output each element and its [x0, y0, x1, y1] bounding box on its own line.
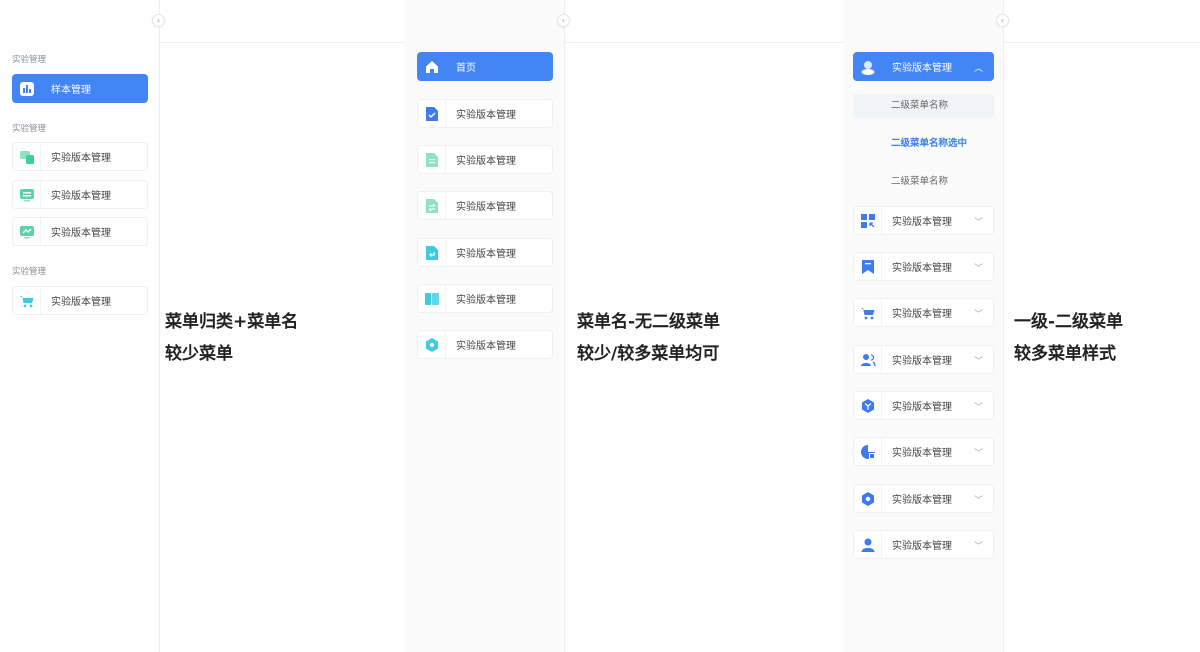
caption-line: 一级-二级菜单: [1014, 312, 1124, 332]
menu-item-label: 实验版本管理: [456, 202, 516, 213]
caption-line: 较少/较多菜单均可: [577, 344, 720, 364]
menu-item-label: 实验版本管理: [51, 228, 111, 239]
menu-item-label: 实验版本管理: [51, 191, 111, 202]
menu-item[interactable]: 实验版本管理: [12, 180, 148, 209]
menu-item[interactable]: 实验版本管理 ﹀: [853, 252, 994, 281]
bar-chart-icon: [13, 75, 41, 102]
sub-menu-item[interactable]: 二级菜单名称: [853, 94, 994, 118]
cloud-user-icon: [854, 53, 882, 80]
hexagon-icon: [854, 485, 882, 512]
book-icon: [418, 285, 446, 312]
message-icon: [13, 181, 41, 208]
menu-item-label: 实验版本管理: [456, 249, 516, 260]
caption-line: 菜单名-无二级菜单: [577, 312, 721, 332]
menu-item[interactable]: 实验版本管理: [12, 142, 148, 171]
chevron-down-icon: ﹀: [973, 310, 983, 320]
menu-item-label: 样本管理: [51, 85, 91, 96]
doc-return-icon: [418, 239, 446, 266]
sidebar-flat: [405, 0, 564, 652]
group-label: 实验管理: [12, 55, 47, 65]
chevron-up-icon: ︿: [973, 64, 983, 74]
caption-3: 一级-二级菜单 较多菜单样式: [1014, 306, 1123, 370]
bookmark-icon: [854, 253, 882, 280]
caption-2: 菜单名-无二级菜单 较少/较多菜单均可: [577, 306, 720, 370]
devices-icon: [13, 143, 41, 170]
cart-icon: [854, 299, 882, 326]
caption-1: 菜单归类+菜单名 较少菜单: [165, 306, 298, 370]
caption-line: 较多菜单样式: [1014, 344, 1116, 364]
cube-icon: [854, 392, 882, 419]
menu-item[interactable]: 实验版本管理: [12, 286, 148, 315]
doc-lines-icon: [418, 146, 446, 173]
menu-item[interactable]: 实验版本管理 ﹀: [853, 437, 994, 466]
menu-item-label: 实验版本管理: [892, 402, 952, 413]
user-icon: [854, 531, 882, 558]
menu-item-label: 实验版本管理: [456, 156, 516, 167]
chevron-down-icon: ﹀: [973, 496, 983, 506]
collapse-sidebar-2-button[interactable]: ‹: [557, 14, 570, 27]
menu-item[interactable]: 实验版本管理 ﹀: [853, 484, 994, 513]
menu-item[interactable]: 实验版本管理 ﹀: [853, 391, 994, 420]
collapse-sidebar-3-button[interactable]: ‹: [996, 14, 1009, 27]
sidebar-grouped: 实验管理 样本管理 实验管理 实验版本管理 实验版本管理 实验版本管理 实验管理…: [0, 0, 159, 652]
menu-item[interactable]: 实验版本管理 ﹀: [853, 530, 994, 559]
group-label: 实验管理: [12, 124, 47, 134]
sub-menu-item[interactable]: 二级菜单名称: [853, 170, 994, 194]
menu-item[interactable]: 实验版本管理 ﹀: [853, 298, 994, 327]
menu-item-label: 实验版本管理: [456, 341, 516, 352]
cart-icon: [13, 287, 41, 314]
menu-item[interactable]: 实验版本管理: [417, 284, 553, 313]
menu-item-label: 实验版本管理: [892, 448, 952, 459]
menu-item-label: 实验版本管理: [892, 217, 952, 228]
group-label: 实验管理: [12, 267, 47, 277]
sub-menu-item-selected[interactable]: 二级菜单名称选中: [853, 132, 994, 156]
menu-item-home[interactable]: 首页: [417, 52, 553, 81]
menu-item-label: 首页: [456, 63, 476, 74]
menu-item[interactable]: 实验版本管理: [417, 238, 553, 267]
caption-line: 较少菜单: [165, 344, 233, 364]
menu-item-label: 实验版本管理: [892, 63, 952, 74]
doc-swap-icon: [418, 192, 446, 219]
menu-item-label: 实验版本管理: [456, 295, 516, 306]
menu-item-label: 实验版本管理: [892, 309, 952, 320]
menu-item-label: 实验版本管理: [51, 297, 111, 308]
menu-item-label: 实验版本管理: [892, 263, 952, 274]
menu-item-label: 实验版本管理: [51, 153, 111, 164]
menu-item-expanded[interactable]: 实验版本管理 ︿: [853, 52, 994, 81]
menu-item-label: 实验版本管理: [892, 541, 952, 552]
menu-item[interactable]: 实验版本管理 ﹀: [853, 206, 994, 235]
chevron-down-icon: ﹀: [973, 357, 983, 367]
users-icon: [854, 346, 882, 373]
menu-item[interactable]: 实验版本管理 ﹀: [853, 345, 994, 374]
menu-item[interactable]: 实验版本管理: [417, 330, 553, 359]
chevron-down-icon: ﹀: [973, 542, 983, 552]
chevron-down-icon: ﹀: [973, 449, 983, 459]
qr-grid-icon: [854, 207, 882, 234]
menu-item-label: 实验版本管理: [456, 110, 516, 121]
chevron-down-icon: ﹀: [973, 403, 983, 413]
menu-item-label: 实验版本管理: [892, 356, 952, 367]
menu-item[interactable]: 实验版本管理: [417, 191, 553, 220]
chevron-down-icon: ﹀: [973, 218, 983, 228]
menu-item-label: 实验版本管理: [892, 495, 952, 506]
caption-line: 菜单归类+菜单名: [165, 312, 299, 332]
menu-item[interactable]: 实验版本管理: [417, 99, 553, 128]
pie-icon: [854, 438, 882, 465]
menu-item-sample-management[interactable]: 样本管理: [12, 74, 148, 103]
home-icon: [418, 53, 446, 80]
menu-item[interactable]: 实验版本管理: [12, 217, 148, 246]
collapse-sidebar-1-button[interactable]: ‹: [152, 14, 165, 27]
doc-check-icon: [418, 100, 446, 127]
menu-item[interactable]: 实验版本管理: [417, 145, 553, 174]
hexagon-icon: [418, 331, 446, 358]
chevron-down-icon: ﹀: [973, 264, 983, 274]
monitor-chart-icon: [13, 218, 41, 245]
